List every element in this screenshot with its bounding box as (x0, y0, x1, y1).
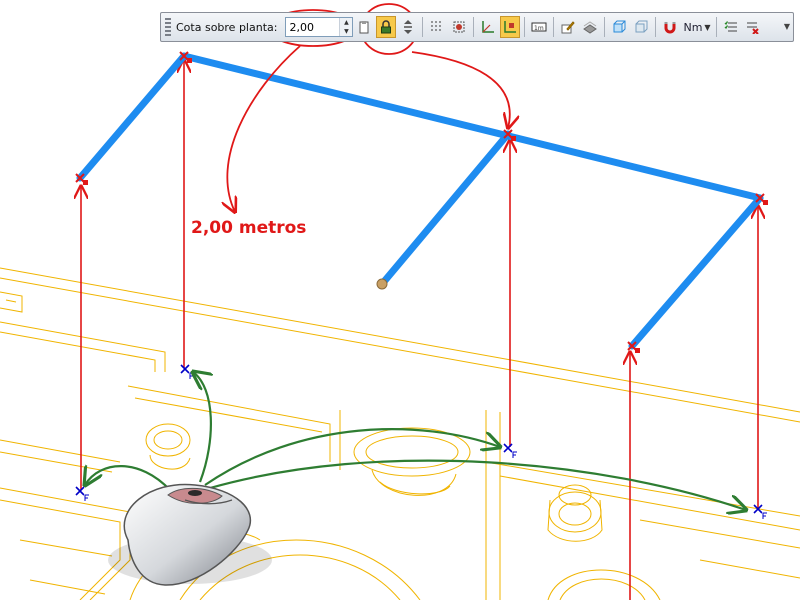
toolbar-separator (715, 17, 717, 37)
elevation-toolbar: Cota sobre planta: 2,00 ▲ ▼ 1m Nm ▼ ▼ (160, 12, 794, 42)
magnet-button[interactable] (660, 16, 680, 38)
delete-list-icon (746, 22, 759, 34)
svg-text:1m: 1m (534, 25, 544, 32)
elevation-annotation: 2,00 metros (191, 218, 307, 238)
toolbar-separator (604, 17, 606, 37)
toolbar-grip[interactable] (165, 18, 171, 36)
beams[interactable] (76, 52, 764, 350)
checklist-button[interactable] (721, 16, 741, 38)
snap-icon (453, 21, 465, 33)
view-front-icon (635, 20, 648, 33)
layers-icon (583, 21, 598, 34)
grid-icon (431, 21, 442, 31)
toolbar-separator (655, 17, 657, 37)
move-vertical-icon (404, 20, 413, 34)
edit-icon (561, 21, 576, 34)
spin-down-icon[interactable]: ▼ (340, 27, 353, 36)
snap-endpoint-icon (504, 21, 517, 33)
snap-button[interactable] (449, 16, 469, 38)
edit-button[interactable] (558, 16, 578, 38)
toolbar-separator (524, 17, 526, 37)
beam-end-node (376, 278, 388, 290)
clipboard-button[interactable] (354, 16, 374, 38)
measure-icon: 1m (531, 22, 547, 32)
layers-button[interactable] (580, 16, 600, 38)
elevation-label: Cota sobre planta: (176, 20, 278, 34)
orthogonal-icon (482, 21, 495, 33)
orthogonal-button[interactable] (478, 16, 498, 38)
measure-button[interactable]: 1m (529, 16, 549, 38)
toolbar-overflow-icon[interactable]: ▼ (784, 22, 790, 31)
toolbar-separator (422, 17, 424, 37)
snap-endpoint-button[interactable] (500, 16, 521, 38)
view-3d-icon (613, 20, 626, 33)
elevation-value[interactable]: 2,00 (286, 21, 339, 34)
lock-icon (381, 20, 392, 34)
units-selector[interactable]: Nm (683, 21, 702, 34)
grid-button[interactable] (427, 16, 447, 38)
magnet-icon (664, 22, 676, 34)
move-vertical-button[interactable] (398, 16, 418, 38)
elevation-input[interactable]: 2,00 ▲ ▼ (285, 17, 354, 37)
view-front-button[interactable] (631, 16, 651, 38)
toolbar-separator (473, 17, 475, 37)
clipboard-icon (359, 21, 369, 34)
toolbar-separator (553, 17, 555, 37)
view-3d-button[interactable] (609, 16, 629, 38)
drawing-canvas[interactable] (0, 0, 800, 600)
checklist-icon (724, 21, 737, 32)
units-dropdown-icon[interactable]: ▼ (704, 23, 710, 32)
delete-list-button[interactable] (743, 16, 763, 38)
lock-elevation-button[interactable] (376, 16, 397, 38)
spin-up-icon[interactable]: ▲ (340, 18, 353, 27)
elevation-spinner[interactable]: ▲ ▼ (339, 18, 353, 36)
